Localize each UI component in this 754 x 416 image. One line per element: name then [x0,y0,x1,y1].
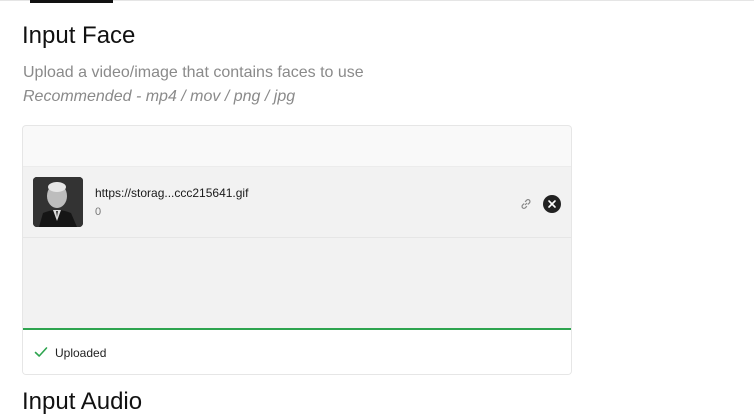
section-description: Upload a video/image that contains faces… [23,64,364,81]
section-title: Input Face [22,22,136,49]
upload-status-label: Uploaded [55,346,107,360]
dropzone-empty-area[interactable] [23,238,571,328]
link-icon[interactable] [519,197,533,211]
file-name[interactable]: https://storag...ccc215641.gif [95,186,248,200]
remove-file-button[interactable] [543,195,561,213]
checkmark-icon [34,347,48,357]
next-section-title: Input Audio [22,388,143,415]
upload-status-bar: Uploaded [23,330,571,374]
file-upload-dropzone[interactable]: https://storag...ccc215641.gif 0 Uploade… [22,125,572,375]
active-tab-indicator [30,0,113,3]
file-thumbnail [33,177,83,227]
recommended-formats: Recommended - mp4 / mov / png / jpg [23,88,296,105]
uploaded-file-row: https://storag...ccc215641.gif 0 [23,166,571,238]
close-icon [548,200,556,208]
file-size: 0 [95,206,102,218]
top-divider [0,0,754,1]
